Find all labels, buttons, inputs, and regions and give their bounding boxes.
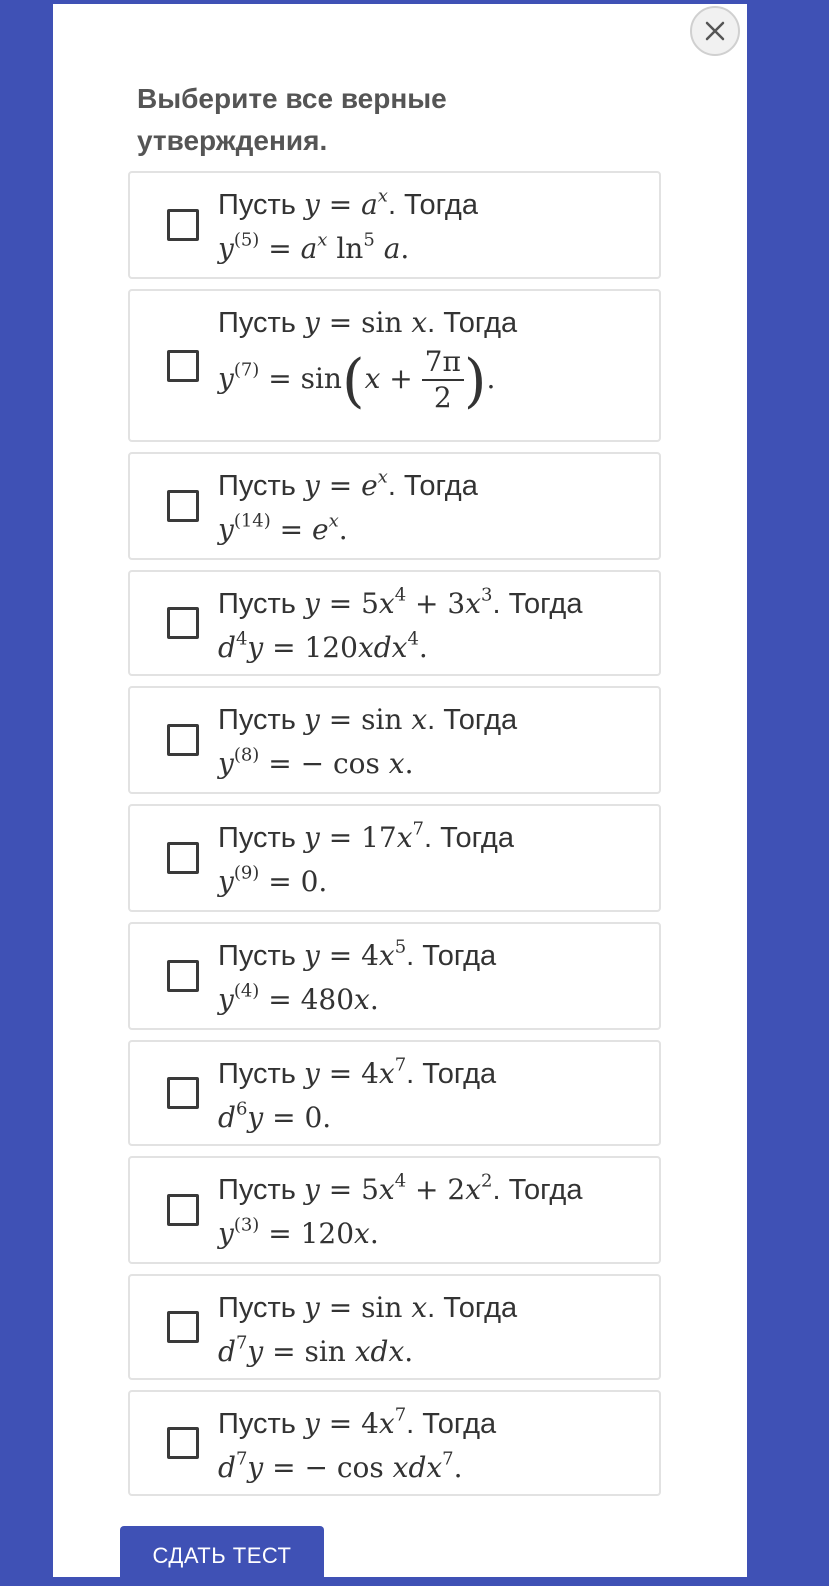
checkbox[interactable]	[167, 1077, 199, 1109]
math-condition: y = sin x	[303, 1291, 428, 1324]
option-1[interactable]: Пусть y = ax. Тогда y(5) = ax ln5 a.	[128, 171, 661, 279]
math-statement: y(9) = 0.	[218, 862, 328, 898]
option-11[interactable]: Пусть y = 4x7. Тогда d7y = − cos xdx7.	[128, 1390, 661, 1496]
option-prefix: Пусть	[218, 1408, 296, 1440]
option-prefix: Пусть	[218, 588, 296, 620]
option-suffix: . Тогда	[406, 1058, 497, 1090]
options-list: Пусть y = ax. Тогда y(5) = ax ln5 a. Пус…	[128, 171, 661, 1506]
submit-test-button[interactable]: СДАТЬ ТЕСТ	[120, 1526, 324, 1577]
option-text: Пусть y = 4x7. Тогда d7y = − cos xdx7.	[218, 1402, 651, 1490]
modal-panel: Выберите все верные утверждения. Пусть y…	[53, 4, 747, 1577]
option-prefix: Пусть	[218, 470, 296, 502]
option-10[interactable]: Пусть y = sin x. Тогда d7y = sin xdx.	[128, 1274, 661, 1380]
checkbox[interactable]	[167, 960, 199, 992]
math-statement: d4y = 120xdx4.	[218, 628, 428, 664]
math-condition: y = ax	[303, 185, 388, 221]
option-prefix: Пусть	[218, 1058, 296, 1090]
option-suffix: . Тогда	[492, 588, 583, 620]
option-prefix: Пусть	[218, 307, 296, 339]
close-button[interactable]	[690, 6, 740, 56]
option-suffix: . Тогда	[387, 470, 478, 502]
option-6[interactable]: Пусть y = 17x7. Тогда y(9) = 0.	[128, 804, 661, 912]
option-text: Пусть y = 4x7. Тогда d6y = 0.	[218, 1052, 651, 1140]
math-condition: y = ex	[303, 466, 388, 502]
math-statement: d7y = sin xdx.	[218, 1332, 414, 1368]
option-suffix: . Тогда	[427, 1292, 518, 1324]
option-text: Пусть y = sin x. Тогда y(8) = − cos x.	[218, 698, 651, 786]
option-3[interactable]: Пусть y = ex. Тогда y(14) = ex.	[128, 452, 661, 560]
option-text: Пусть y = 17x7. Тогда y(9) = 0.	[218, 816, 651, 904]
math-condition: y = sin x	[303, 306, 428, 339]
option-5[interactable]: Пусть y = sin x. Тогда y(8) = − cos x.	[128, 686, 661, 794]
option-text: Пусть y = 5x4 + 2x2. Тогда y(3) = 120x.	[218, 1168, 651, 1256]
option-suffix: . Тогда	[492, 1174, 583, 1206]
option-suffix: . Тогда	[406, 1408, 497, 1440]
math-statement: y(14) = ex.	[218, 510, 348, 546]
math-statement: y(3) = 120x.	[218, 1214, 379, 1250]
option-prefix: Пусть	[218, 189, 296, 221]
math-statement: y(8) = − cos x.	[218, 744, 414, 780]
math-condition: y = 17x7	[303, 818, 424, 854]
checkbox[interactable]	[167, 490, 199, 522]
option-9[interactable]: Пусть y = 5x4 + 2x2. Тогда y(3) = 120x.	[128, 1156, 661, 1264]
math-condition: y = 4x5	[303, 936, 407, 972]
option-8[interactable]: Пусть y = 4x7. Тогда d6y = 0.	[128, 1040, 661, 1146]
checkbox[interactable]	[167, 724, 199, 756]
option-text: Пусть y = ex. Тогда y(14) = ex.	[218, 464, 651, 552]
math-condition: y = 5x4 + 2x2	[303, 1170, 493, 1206]
option-suffix: . Тогда	[427, 704, 518, 736]
option-text: Пусть y = 5x4 + 3x3. Тогда d4y = 120xdx4…	[218, 582, 651, 670]
checkbox[interactable]	[167, 349, 199, 382]
option-suffix: . Тогда	[387, 189, 478, 221]
checkbox[interactable]	[167, 1194, 199, 1226]
math-statement: d6y = 0.	[218, 1098, 332, 1134]
math-condition: y = 4x7	[303, 1054, 407, 1090]
option-suffix: . Тогда	[423, 822, 514, 854]
option-2[interactable]: Пусть y = sin x. Тогда y(7) = sin(x + 7π…	[128, 289, 661, 442]
math-statement: y(4) = 480x.	[218, 980, 379, 1016]
math-condition: y = 5x4 + 3x3	[303, 584, 493, 620]
close-icon	[705, 21, 725, 41]
checkbox[interactable]	[167, 842, 199, 874]
option-prefix: Пусть	[218, 822, 296, 854]
option-prefix: Пусть	[218, 704, 296, 736]
checkbox[interactable]	[167, 1311, 199, 1343]
option-text: Пусть y = sin x. Тогда d7y = sin xdx.	[218, 1286, 651, 1374]
question-title: Выберите все верные утверждения.	[137, 83, 447, 156]
math-statement: d7y = − cos xdx7.	[218, 1448, 463, 1484]
math-statement: y(5) = ax ln5 a.	[218, 229, 410, 265]
checkbox[interactable]	[167, 1427, 199, 1459]
option-suffix: . Тогда	[427, 307, 518, 339]
option-prefix: Пусть	[218, 940, 296, 972]
option-text: Пусть y = 4x5. Тогда y(4) = 480x.	[218, 934, 651, 1022]
option-text: Пусть y = ax. Тогда y(5) = ax ln5 a.	[218, 183, 651, 271]
option-4[interactable]: Пусть y = 5x4 + 3x3. Тогда d4y = 120xdx4…	[128, 570, 661, 676]
checkbox[interactable]	[167, 607, 199, 639]
option-prefix: Пусть	[218, 1292, 296, 1324]
math-condition: y = sin x	[303, 703, 428, 736]
option-prefix: Пусть	[218, 1174, 296, 1206]
option-7[interactable]: Пусть y = 4x5. Тогда y(4) = 480x.	[128, 922, 661, 1030]
option-suffix: . Тогда	[406, 940, 497, 972]
math-condition: y = 4x7	[303, 1404, 407, 1440]
math-statement: y(7) = sin(x + 7π 2).	[218, 345, 496, 414]
option-text: Пусть y = sin x. Тогда y(7) = sin(x + 7π…	[218, 301, 651, 415]
checkbox[interactable]	[167, 209, 199, 241]
